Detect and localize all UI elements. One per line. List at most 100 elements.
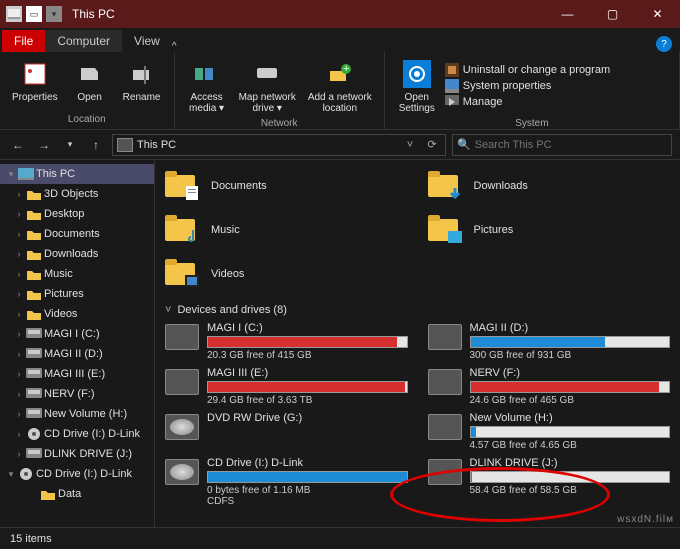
expand-icon[interactable]: › bbox=[14, 449, 24, 459]
drive-name: DVD RW Drive (G:) bbox=[207, 412, 408, 424]
expand-icon[interactable]: › bbox=[14, 349, 24, 359]
drive-dvd-rw-drive-g-[interactable]: DVD RW Drive (G:) bbox=[165, 412, 408, 451]
tree-item-magi-ii-d-[interactable]: ›MAGI II (D:) bbox=[0, 344, 154, 364]
rename-button[interactable]: Rename bbox=[118, 56, 166, 112]
close-button[interactable]: ✕ bbox=[635, 0, 680, 28]
tree-item-downloads[interactable]: ›Downloads bbox=[0, 244, 154, 264]
open-settings-button[interactable]: Open Settings bbox=[393, 56, 441, 116]
tree-label: Pictures bbox=[44, 288, 84, 300]
expand-icon[interactable]: › bbox=[14, 249, 24, 259]
tab-computer[interactable]: Computer bbox=[45, 30, 122, 52]
tree-item-data[interactable]: Data bbox=[0, 484, 154, 504]
folder-label: Downloads bbox=[474, 180, 528, 192]
tree-label: DLINK DRIVE (J:) bbox=[44, 448, 132, 460]
expand-icon[interactable]: › bbox=[14, 369, 24, 379]
tree-item-documents[interactable]: ›Documents bbox=[0, 224, 154, 244]
tab-view[interactable]: View bbox=[122, 30, 172, 52]
expand-icon[interactable]: › bbox=[14, 209, 24, 219]
tree-item-new-volume-h-[interactable]: › New Volume (H:) bbox=[0, 404, 154, 424]
drive-cd-drive-i-d-link[interactable]: CD Drive (I:) D-Link0 bytes free of 1.16… bbox=[165, 457, 408, 507]
tree-icon bbox=[26, 207, 42, 221]
expand-icon[interactable]: › bbox=[14, 409, 24, 419]
address-input[interactable] bbox=[137, 139, 397, 151]
system-properties-button[interactable]: System properties bbox=[445, 79, 610, 93]
address-bar[interactable]: ˅ ⟳ bbox=[112, 134, 446, 156]
tree-item-nerv-f-[interactable]: ›NERV (F:) bbox=[0, 384, 154, 404]
tree-item-desktop[interactable]: › Desktop bbox=[0, 204, 154, 224]
minimize-button[interactable]: — bbox=[545, 0, 590, 28]
folder-documents[interactable]: Documents bbox=[165, 166, 408, 206]
tree-item-cd-drive-i-d-link[interactable]: ▾CD Drive (I:) D-Link bbox=[0, 464, 154, 484]
forward-button[interactable]: → bbox=[34, 135, 54, 155]
drive-new-volume-h-[interactable]: New Volume (H:)4.57 GB free of 4.65 GB bbox=[428, 412, 671, 451]
tree-item-videos[interactable]: ›Videos bbox=[0, 304, 154, 324]
drive-name: NERV (F:) bbox=[470, 367, 671, 379]
open-button[interactable]: Open bbox=[66, 56, 114, 112]
expand-icon[interactable]: ▾ bbox=[6, 469, 16, 480]
drive-magi-ii-d-[interactable]: MAGI II (D:)300 GB free of 931 GB bbox=[428, 322, 671, 361]
up-button[interactable]: ↑ bbox=[86, 135, 106, 155]
expand-icon[interactable]: › bbox=[14, 309, 24, 319]
tree-icon bbox=[18, 467, 34, 481]
drive-nerv-f-[interactable]: NERV (F:)24.6 GB free of 465 GB bbox=[428, 367, 671, 406]
tree-label: MAGI I (C:) bbox=[44, 328, 100, 340]
refresh-icon[interactable]: ⟳ bbox=[423, 138, 441, 151]
expand-icon[interactable]: › bbox=[14, 229, 24, 239]
access-media-button[interactable]: Access media ▾ bbox=[183, 56, 231, 116]
folder-videos[interactable]: Videos bbox=[165, 254, 408, 294]
tree-item-cd-drive-i-d-link[interactable]: ›CD Drive (I:) D-Link bbox=[0, 424, 154, 444]
tree-item-pictures[interactable]: › Pictures bbox=[0, 284, 154, 304]
tree-item-3d-objects[interactable]: ›3D Objects bbox=[0, 184, 154, 204]
ribbon: Properties Open Rename Location Access m… bbox=[0, 52, 680, 130]
back-button[interactable]: ← bbox=[8, 135, 28, 155]
maximize-button[interactable]: ▢ bbox=[590, 0, 635, 28]
navigation-bar: ← → ▾ ↑ ˅ ⟳ 🔍 bbox=[0, 130, 680, 160]
expand-icon[interactable]: › bbox=[14, 389, 24, 399]
folder-pictures[interactable]: Pictures bbox=[428, 210, 671, 250]
qat-props-icon[interactable]: ▾ bbox=[46, 6, 62, 22]
expand-icon[interactable]: › bbox=[14, 329, 24, 339]
devices-section-header[interactable]: ˅ Devices and drives (8) bbox=[165, 304, 670, 316]
manage-button[interactable]: Manage bbox=[445, 95, 610, 109]
app-icon bbox=[6, 6, 22, 22]
navigation-tree[interactable]: ▾This PC›3D Objects›Desktop›Documents›Do… bbox=[0, 160, 155, 527]
uninstall-program-button[interactable]: Uninstall or change a program bbox=[445, 63, 610, 77]
ribbon-collapse-icon[interactable]: ^ bbox=[172, 41, 177, 52]
drive-icon bbox=[165, 324, 199, 350]
add-network-location-button[interactable]: +Add a network location bbox=[304, 56, 376, 116]
drive-dlink-drive-j-[interactable]: DLINK DRIVE (J:)58.4 GB free of 58.5 GB bbox=[428, 457, 671, 507]
tree-item-this-pc[interactable]: ▾This PC bbox=[0, 164, 154, 184]
drive-magi-iii-e-[interactable]: MAGI III (E:)29.4 GB free of 3.63 TB bbox=[165, 367, 408, 406]
expand-icon[interactable]: › bbox=[14, 269, 24, 279]
content-pane[interactable]: Documents Downloads Music Pictures Videos ˅ … bbox=[155, 160, 680, 527]
tab-file[interactable]: File bbox=[2, 30, 45, 52]
drive-magi-i-c-[interactable]: MAGI I (C:)20.3 GB free of 415 GB bbox=[165, 322, 408, 361]
tree-item-dlink-drive-j-[interactable]: › DLINK DRIVE (J:) bbox=[0, 444, 154, 464]
expand-icon[interactable]: ▾ bbox=[6, 169, 16, 180]
folder-music[interactable]: Music bbox=[165, 210, 408, 250]
tree-item-magi-iii-e-[interactable]: ›MAGI III (E:) bbox=[0, 364, 154, 384]
properties-button[interactable]: Properties bbox=[8, 56, 62, 112]
qat-save-icon[interactable]: ▭ bbox=[26, 6, 42, 22]
search-box[interactable]: 🔍 bbox=[452, 134, 672, 156]
expand-icon[interactable]: › bbox=[14, 189, 24, 199]
tree-icon bbox=[26, 447, 42, 461]
address-dropdown-icon[interactable]: ˅ bbox=[401, 139, 419, 151]
tree-label: Data bbox=[58, 488, 81, 500]
map-drive-button[interactable]: Map network drive ▾ bbox=[235, 56, 300, 116]
capacity-bar bbox=[470, 426, 671, 438]
help-icon[interactable]: ? bbox=[656, 36, 672, 52]
tree-label: New Volume (H:) bbox=[44, 408, 127, 420]
search-icon: 🔍 bbox=[457, 138, 471, 151]
capacity-bar bbox=[470, 471, 671, 483]
tree-item-music[interactable]: ›Music bbox=[0, 264, 154, 284]
folder-downloads[interactable]: Downloads bbox=[428, 166, 671, 206]
expand-icon[interactable]: › bbox=[14, 289, 24, 299]
expand-icon[interactable]: › bbox=[14, 429, 24, 439]
tree-icon bbox=[26, 367, 42, 381]
recent-locations-button[interactable]: ▾ bbox=[60, 135, 80, 155]
tree-label: Desktop bbox=[44, 208, 84, 220]
tree-item-magi-i-c-[interactable]: › MAGI I (C:) bbox=[0, 324, 154, 344]
tree-icon bbox=[26, 427, 42, 441]
search-input[interactable] bbox=[475, 139, 667, 151]
